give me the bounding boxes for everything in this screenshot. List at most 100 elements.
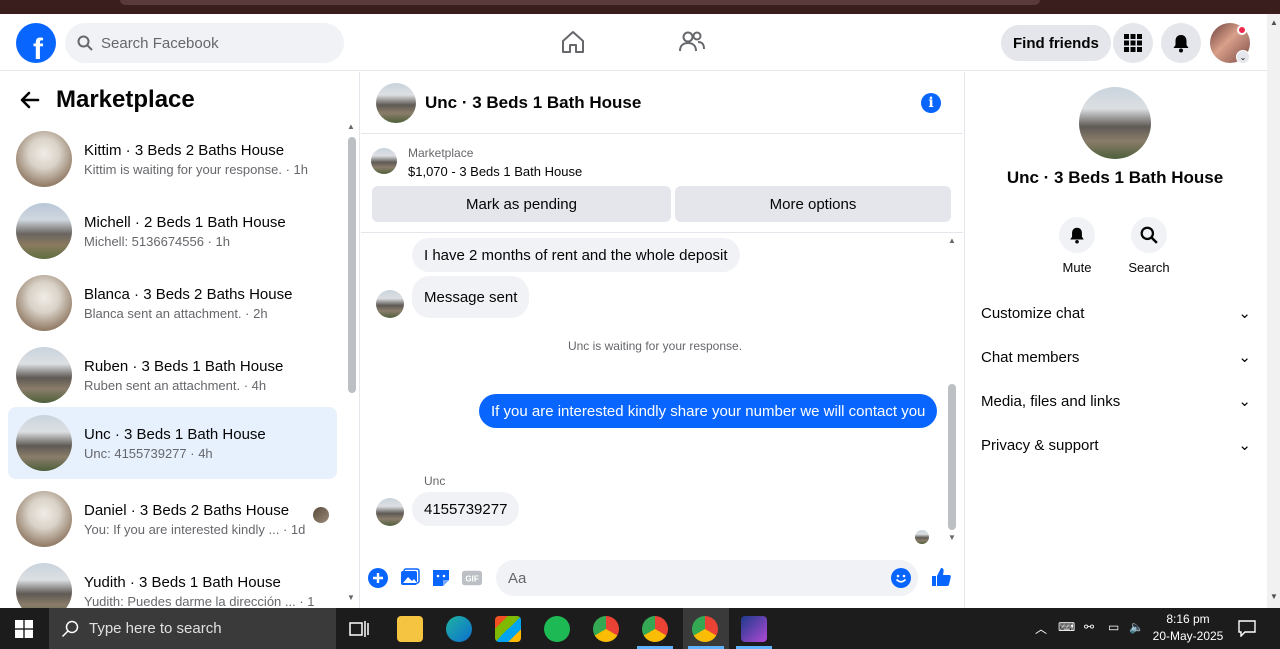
wifi-icon[interactable]: ⚯ <box>1084 620 1094 634</box>
page-scrollbar[interactable]: ▲ ▼ <box>1267 14 1280 608</box>
search-icon <box>77 35 93 51</box>
browser-top-strip <box>0 0 1280 14</box>
edge-icon[interactable] <box>446 616 472 642</box>
inbox-scrollbar[interactable]: ▲ ▼ <box>346 122 358 607</box>
mute-button[interactable]: Mute <box>1047 217 1107 275</box>
conversation-name: Unc · 3 Beds 1 Bath House <box>84 425 266 443</box>
chat-header: Unc · 3 Beds 1 Bath House i <box>361 72 963 134</box>
battery-icon[interactable]: ▭ <box>1108 620 1119 634</box>
chevron-down-icon[interactable]: ⌄ <box>1236 50 1250 64</box>
taskbar-clock[interactable]: 8:16 pm 20-May-2025 <box>1148 611 1228 645</box>
conversation-preview: You: If you are interested kindly ... · … <box>84 521 306 537</box>
listing-source: Marketplace <box>408 146 474 160</box>
chat-details-panel: Unc · 3 Beds 1 Bath House Mute Search Cu… <box>964 72 1267 608</box>
chevron-down-icon: ⌄ <box>1238 305 1251 322</box>
listing-thumbnail <box>16 491 72 547</box>
my-message-bubble: If you are interested kindly share your … <box>479 394 938 428</box>
info-icon[interactable]: i <box>921 93 941 113</box>
notifications-button[interactable] <box>1161 23 1201 63</box>
windows-taskbar: Type here to search ︿ ⌨ ⚯ ▭ 🔈 8:16 pm 20… <box>0 608 1280 649</box>
message-input[interactable]: Aa <box>496 560 918 596</box>
search-chat-button[interactable]: Search <box>1119 217 1179 275</box>
conversation-item-active[interactable]: Unc · 3 Beds 1 Bath House Unc: 4155739277… <box>8 407 337 479</box>
conversation-name: Yudith · 3 Beds 1 Bath House <box>84 573 281 591</box>
conversation-item[interactable]: Ruben · 3 Beds 1 Bath House Ruben sent an… <box>8 343 337 407</box>
svg-text:GIF: GIF <box>465 575 479 584</box>
listing-avatar <box>371 148 397 174</box>
back-arrow-icon[interactable] <box>20 90 40 110</box>
read-receipt-avatar <box>915 530 929 544</box>
find-friends-button[interactable]: Find friends <box>1001 25 1111 61</box>
system-message: Unc is waiting for your response. <box>567 339 743 353</box>
like-icon[interactable] <box>930 566 952 588</box>
home-icon[interactable] <box>559 28 587 56</box>
menu-grid-button[interactable] <box>1113 23 1153 63</box>
listing-thumbnail <box>16 275 72 331</box>
mark-as-pending-button[interactable]: Mark as pending <box>372 186 671 222</box>
listing-banner: Marketplace $1,070 - 3 Beds 1 Bath House… <box>361 135 963 233</box>
spotify-icon[interactable] <box>544 616 570 642</box>
customize-chat-section[interactable]: Customize chat ⌄ <box>981 295 1251 331</box>
listing-thumbnail <box>16 203 72 259</box>
grid-icon <box>1124 34 1142 52</box>
marketplace-inbox: Marketplace Kittim · 3 Beds 2 Baths Hous… <box>0 72 360 619</box>
windows-start-icon[interactable] <box>15 620 33 638</box>
conversation-item[interactable]: Michell · 2 Beds 1 Bath House Michell: 51… <box>8 199 337 263</box>
show-hidden-icons-icon[interactable]: ︿ <box>1035 620 1047 637</box>
sender-avatar <box>376 290 404 318</box>
details-name: Unc · 3 Beds 1 Bath House <box>1006 168 1224 187</box>
store-icon[interactable] <box>495 616 521 642</box>
chat-title[interactable]: Unc · 3 Beds 1 Bath House <box>425 93 641 113</box>
privacy-support-section[interactable]: Privacy & support ⌄ <box>981 427 1251 463</box>
chat-scrollbar[interactable]: ▲ ▼ <box>946 234 959 544</box>
media-files-links-section[interactable]: Media, files and links ⌄ <box>981 383 1251 419</box>
chat-avatar[interactable] <box>376 82 416 123</box>
taskbar-search-placeholder: Type here to search <box>89 620 222 637</box>
details-avatar[interactable] <box>1079 87 1151 159</box>
message-bubble: I have 2 months of rent and the whole de… <box>412 238 740 272</box>
facebook-header: f Search Facebook Find friends ⌄ <box>0 14 1267 71</box>
notification-center-icon[interactable] <box>1238 619 1256 637</box>
gif-icon[interactable]: GIF <box>462 568 482 588</box>
keyboard-icon[interactable]: ⌨ <box>1058 620 1075 634</box>
conversation-item[interactable]: Kittim · 3 Beds 2 Baths House Kittim is w… <box>8 127 337 191</box>
chat-panel: Unc · 3 Beds 1 Bath House i Marketplace … <box>361 72 963 608</box>
chevron-down-icon: ⌄ <box>1238 393 1251 410</box>
message-placeholder: Aa <box>508 569 527 587</box>
sticker-icon[interactable] <box>431 568 451 588</box>
photos-app-icon[interactable] <box>741 616 767 642</box>
task-view-icon[interactable] <box>348 618 370 640</box>
message-list: I have 2 months of rent and the whole de… <box>361 234 963 544</box>
listing-price[interactable]: $1,070 - 3 Beds 1 Bath House <box>408 164 582 179</box>
seen-avatar <box>313 507 329 523</box>
friends-icon[interactable] <box>678 28 706 56</box>
search-icon <box>61 620 79 637</box>
chevron-down-icon: ⌄ <box>1238 437 1251 454</box>
search-label: Search <box>1128 260 1170 275</box>
search-facebook-input[interactable]: Search Facebook <box>65 23 344 63</box>
bell-icon <box>1173 35 1189 53</box>
conversation-preview: Michell: 5136674556 · 1h <box>84 233 230 249</box>
chrome-icon[interactable] <box>593 616 619 642</box>
chrome-active-icon[interactable] <box>692 616 718 642</box>
conversation-item[interactable]: Blanca · 3 Beds 2 Baths House Blanca sent… <box>8 271 337 335</box>
photo-icon[interactable] <box>400 568 420 588</box>
facebook-logo-icon[interactable]: f <box>16 23 56 63</box>
emoji-icon[interactable] <box>891 568 911 588</box>
more-options-button[interactable]: More options <box>675 186 951 222</box>
conversation-preview: Ruben sent an attachment. · 4h <box>84 377 267 393</box>
taskbar-search-input[interactable]: Type here to search <box>49 608 336 649</box>
sender-avatar <box>376 498 404 526</box>
conversation-preview: Blanca sent an attachment. · 2h <box>84 305 268 321</box>
conversation-name: Michell · 2 Beds 1 Bath House <box>84 213 286 231</box>
chrome-profile-icon[interactable] <box>642 616 668 642</box>
conversation-name: Daniel · 3 Beds 2 Baths House <box>84 501 290 519</box>
plus-circle-icon[interactable] <box>368 568 388 588</box>
volume-icon[interactable]: 🔈 <box>1129 620 1144 634</box>
listing-thumbnail <box>16 415 72 471</box>
file-explorer-icon[interactable] <box>397 616 423 642</box>
chat-members-section[interactable]: Chat members ⌄ <box>981 339 1251 375</box>
conversation-preview: Kittim is waiting for your response. · 1… <box>84 161 308 177</box>
conversation-item[interactable]: Daniel · 3 Beds 2 Baths House You: If you… <box>8 487 337 551</box>
notification-dot <box>1237 25 1247 35</box>
